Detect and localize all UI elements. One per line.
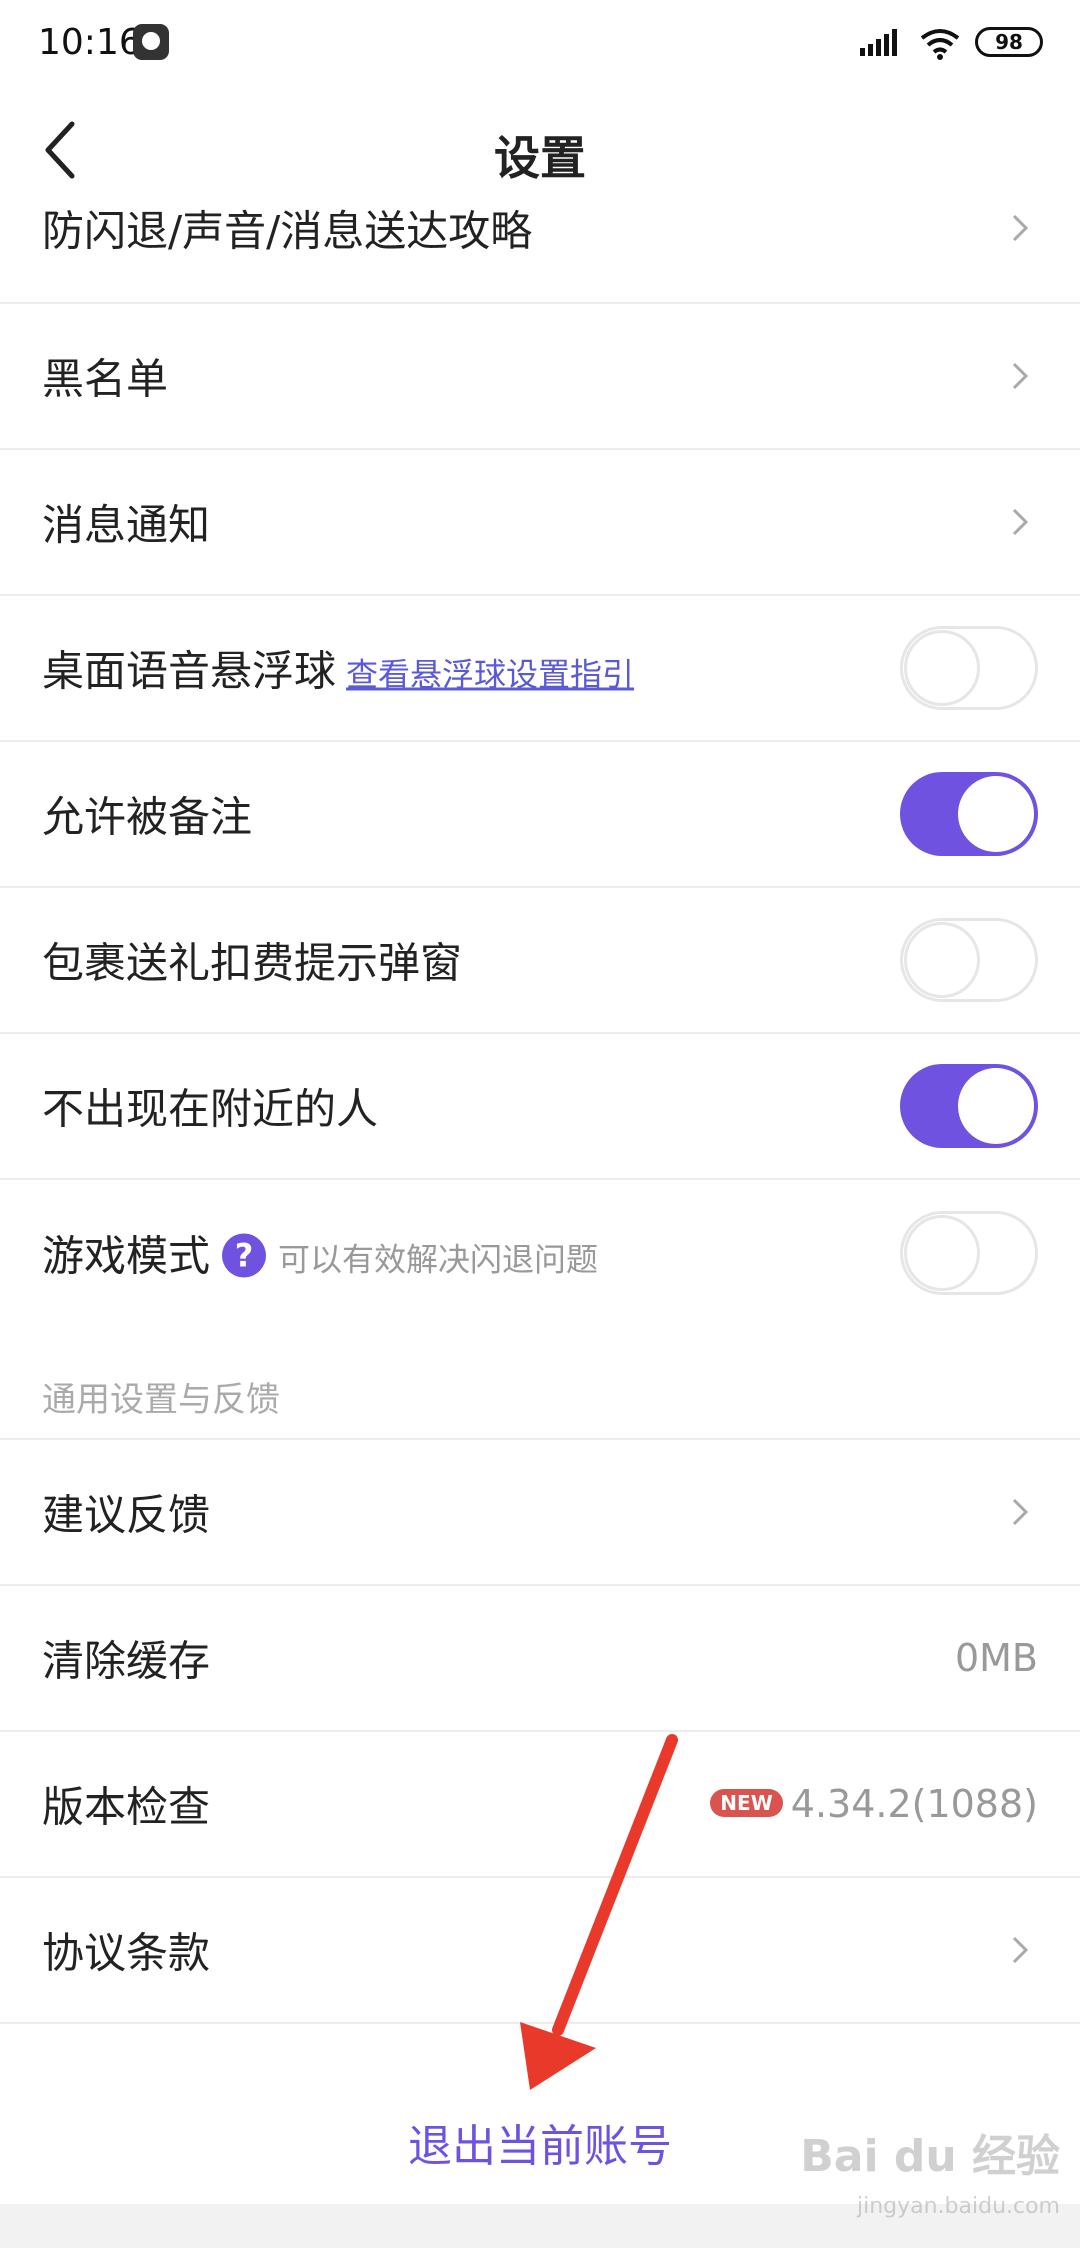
game-mode-label: 游戏模式 [42,1231,211,1281]
row-label-feedback: 建议反馈 [42,1490,211,1540]
voice-ball-toggle[interactable] [900,626,1038,710]
app-notification-icon [133,24,169,60]
chevron-right-icon [1012,508,1029,536]
voice-ball-label: 桌面语音悬浮球 [42,646,337,696]
row-label-hide-nearby: 不出现在附近的人 [42,1084,379,1134]
row-voice-ball: 桌面语音悬浮球 查看悬浮球设置指引 [0,596,1080,742]
gift-popup-toggle[interactable] [900,918,1038,1002]
chevron-right-icon [1012,1498,1029,1526]
game-mode-hint: 可以有效解决闪退问题 [278,1240,599,1279]
row-hide-nearby: 不出现在附近的人 [0,1034,1080,1180]
row-label-voice-ball: 桌面语音悬浮球 查看悬浮球设置指引 [42,638,634,699]
help-icon[interactable]: ? [222,1233,267,1277]
row-gift-popup: 包裹送礼扣费提示弹窗 [0,888,1080,1034]
battery-icon: 98 [975,27,1043,57]
toggle-knob [958,776,1034,852]
row-notifications[interactable]: 消息通知 [0,450,1080,596]
row-clear-cache[interactable]: 清除缓存 0MB [0,1586,1080,1732]
toggle-knob [904,630,980,706]
row-allow-remark: 允许被备注 [0,742,1080,888]
chevron-right-icon [1012,362,1029,390]
row-label-terms: 协议条款 [42,1928,211,1978]
watermark-url: jingyan.baidu.com [856,2194,1060,2219]
watermark-logo: Bai du 经验 [800,2131,1060,2182]
section-header-general: 通用设置与反馈 [42,1380,280,1420]
row-label-clear-cache: 清除缓存 [42,1636,211,1686]
chevron-right-icon [1012,214,1029,242]
row-label-version-check: 版本检查 [42,1782,211,1832]
row-game-mode: 游戏模式? 可以有效解决闪退问题 [0,1180,1080,1326]
status-time: 10:16 [38,22,142,63]
row-label-gift-popup: 包裹送礼扣费提示弹窗 [42,938,463,988]
voice-ball-guide-link[interactable]: 查看悬浮球设置指引 [346,656,634,694]
hide-nearby-toggle[interactable] [900,1064,1038,1148]
wifi-icon [920,29,960,60]
row-label-game-mode: 游戏模式? 可以有效解决闪退问题 [42,1223,598,1284]
row-blacklist[interactable]: 黑名单 [0,304,1080,450]
version-value-group: NEW 4.34.2(1088) [710,1782,1038,1826]
cache-size-value: 0MB [954,1636,1038,1680]
new-badge: NEW [710,1788,783,1817]
settings-page: 10:16 98 设置 防闪退/声音/消息送达攻略 黑名单 消息通知 桌面语音悬… [0,0,1080,2248]
allow-remark-toggle[interactable] [900,772,1038,856]
status-bar: 10:16 98 [0,0,1080,92]
toggle-knob [958,1068,1034,1144]
signal-icon [860,29,897,56]
version-value: 4.34.2(1088) [790,1782,1038,1826]
row-crash-guide[interactable]: 防闪退/声音/消息送达攻略 [0,158,1080,304]
chevron-right-icon [1012,1936,1029,1964]
row-feedback[interactable]: 建议反馈 [0,1440,1080,1586]
toggle-knob [904,922,980,998]
row-label-notifications: 消息通知 [42,500,211,550]
annotation-arrow-icon [520,1734,678,2090]
toggle-knob [904,1215,980,1291]
row-label-allow-remark: 允许被备注 [42,792,253,842]
game-mode-toggle[interactable] [900,1211,1038,1295]
row-label-blacklist: 黑名单 [42,354,169,404]
row-label-crash-guide: 防闪退/声音/消息送达攻略 [42,206,533,256]
